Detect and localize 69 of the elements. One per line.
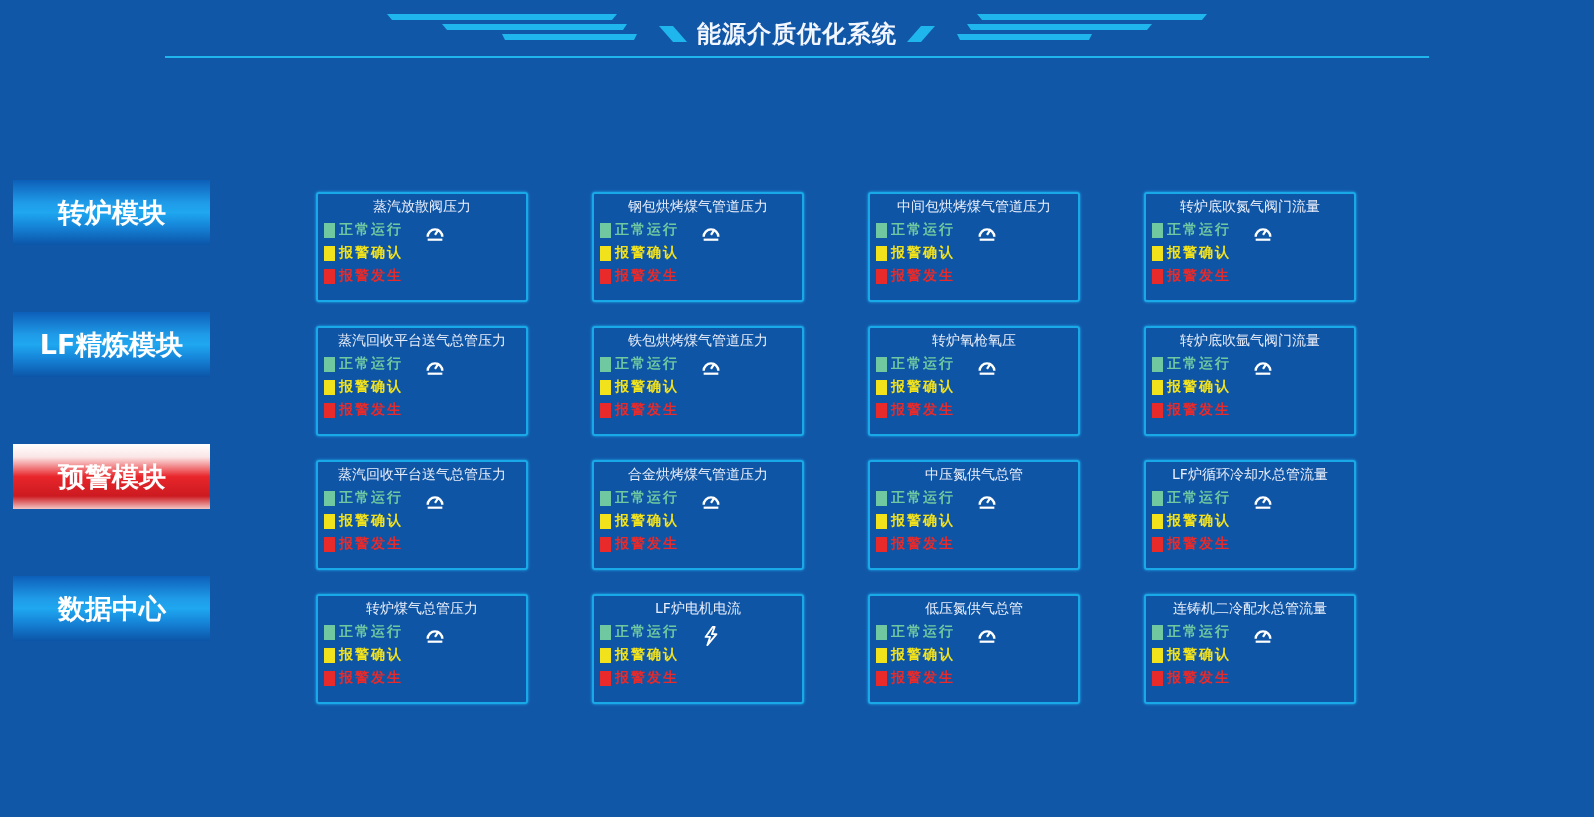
nav-button[interactable]: LF精炼模块 <box>13 312 210 377</box>
card-title: 蒸汽回收平台送气总管压力 <box>337 332 507 350</box>
status-label: 报警确认 <box>339 512 403 530</box>
status-label: 报警确认 <box>339 244 403 262</box>
status-label: 正常运行 <box>1167 489 1231 507</box>
status-label: 报警确认 <box>1167 512 1231 530</box>
status-label: 报警发生 <box>891 669 955 687</box>
card-title: 转炉氧枪氧压 <box>931 332 1017 350</box>
card-title: 转炉煤气总管压力 <box>365 600 479 618</box>
card-title: 蒸汽回收平台送气总管压力 <box>337 466 507 484</box>
card-title: 转炉底吹氮气阀门流量 <box>1179 198 1321 216</box>
status-label: 报警确认 <box>891 646 955 664</box>
status-label: 报警发生 <box>339 267 403 285</box>
status-label: 报警确认 <box>1167 646 1231 664</box>
card-title: 中压氮供气总管 <box>924 466 1024 484</box>
status-label: 报警确认 <box>615 244 679 262</box>
status-label: 报警发生 <box>339 669 403 687</box>
status-label: 报警确认 <box>615 646 679 664</box>
status-label: 正常运行 <box>339 489 403 507</box>
status-label: 报警发生 <box>615 535 679 553</box>
status-label: 报警发生 <box>1167 669 1231 687</box>
status-label: 报警发生 <box>615 669 679 687</box>
status-label: 报警确认 <box>615 512 679 530</box>
status-label: 报警发生 <box>891 535 955 553</box>
card-title: LF炉电机电流 <box>654 600 742 618</box>
status-label: 报警确认 <box>891 244 955 262</box>
status-label: 报警确认 <box>339 646 403 664</box>
status-label: 正常运行 <box>891 355 955 373</box>
status-label: 报警发生 <box>615 401 679 419</box>
card-title: 合金烘烤煤气管道压力 <box>627 466 769 484</box>
card-title: 转炉底吹氩气阀门流量 <box>1179 332 1321 350</box>
nav-button[interactable]: 预警模块 <box>13 444 210 509</box>
status-label: 报警确认 <box>1167 378 1231 396</box>
status-label: 正常运行 <box>1167 221 1231 239</box>
status-label: 报警确认 <box>615 378 679 396</box>
status-label: 正常运行 <box>615 489 679 507</box>
nav-button[interactable]: 转炉模块 <box>13 180 210 245</box>
status-label: 报警发生 <box>891 401 955 419</box>
card-title: 连铸机二冷配水总管流量 <box>1172 600 1328 618</box>
status-label: 报警确认 <box>891 512 955 530</box>
status-label: 报警发生 <box>1167 535 1231 553</box>
status-label: 正常运行 <box>339 355 403 373</box>
status-label: 正常运行 <box>1167 355 1231 373</box>
status-label: 报警确认 <box>339 378 403 396</box>
status-label: 报警发生 <box>891 267 955 285</box>
status-label: 报警发生 <box>339 401 403 419</box>
card-title: 中间包烘烤煤气管道压力 <box>896 198 1052 216</box>
status-label: 正常运行 <box>339 623 403 641</box>
status-label: 正常运行 <box>615 355 679 373</box>
status-label: 正常运行 <box>891 623 955 641</box>
status-label: 报警确认 <box>891 378 955 396</box>
status-label: 正常运行 <box>891 489 955 507</box>
card-title: 蒸汽放散阀压力 <box>372 198 472 216</box>
status-label: 正常运行 <box>891 221 955 239</box>
page-title: 能源介质优化系统 <box>697 19 897 50</box>
card-title: 低压氮供气总管 <box>924 600 1024 618</box>
nav-button[interactable]: 数据中心 <box>13 576 210 641</box>
status-label: 报警发生 <box>339 535 403 553</box>
status-label: 正常运行 <box>615 623 679 641</box>
status-label: 报警确认 <box>1167 244 1231 262</box>
status-label: 正常运行 <box>339 221 403 239</box>
card-title: 钢包烘烤煤气管道压力 <box>627 198 769 216</box>
card-title: 铁包烘烤煤气管道压力 <box>627 332 769 350</box>
card-title: LF炉循环冷却水总管流量 <box>1171 466 1329 484</box>
status-label: 正常运行 <box>1167 623 1231 641</box>
status-label: 正常运行 <box>615 221 679 239</box>
status-label: 报警发生 <box>615 267 679 285</box>
status-label: 报警发生 <box>1167 401 1231 419</box>
status-label: 报警发生 <box>1167 267 1231 285</box>
